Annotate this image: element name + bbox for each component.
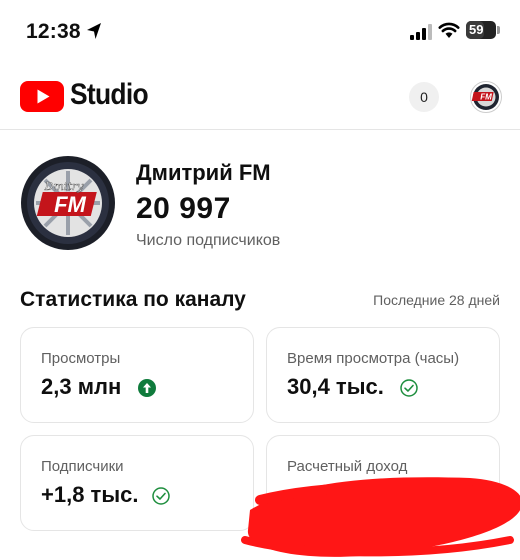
battery-cap — [497, 26, 500, 34]
app-header: Studio 0 FM — [0, 70, 520, 130]
status-bar: 12:38 59 — [0, 0, 520, 60]
studio-logo-text[interactable]: Studio — [70, 78, 149, 112]
stat-card-watch-time[interactable]: Время просмотра (часы) 30,4 тыс. — [266, 327, 500, 423]
svg-text:Dmitry: Dmitry — [44, 180, 84, 193]
wifi-icon — [438, 22, 460, 38]
section-title: Статистика по каналу — [20, 288, 246, 311]
period-label[interactable]: Последние 28 дней — [373, 292, 500, 308]
account-avatar[interactable]: FM — [470, 81, 502, 113]
battery-icon: 59 — [466, 21, 496, 39]
arrow-up-circle-icon — [138, 379, 156, 397]
svg-text:FM: FM — [480, 93, 492, 102]
stat-card-label: Время просмотра (часы) — [287, 350, 460, 367]
subscriber-count-label: Число подписчиков — [136, 232, 281, 249]
stat-card-value: +1,8 тыс. — [41, 482, 139, 507]
stat-card-subscribers[interactable]: Подписчики +1,8 тыс. — [20, 435, 254, 531]
stat-card-label: Просмотры — [41, 350, 121, 367]
stat-card-views[interactable]: Просмотры 2,3 млн — [20, 327, 254, 423]
cellular-signal-icon — [410, 24, 432, 40]
location-arrow-icon — [87, 23, 101, 39]
stat-card-label: Подписчики — [41, 458, 124, 475]
stat-card-value: 2,3 млн — [41, 374, 122, 399]
channel-avatar[interactable]: FM Dmitry — [20, 155, 116, 251]
notifications-button[interactable]: 0 — [409, 82, 439, 112]
status-time: 12:38 — [26, 20, 81, 43]
stat-card-value: 30,4 тыс. — [287, 374, 384, 399]
check-circle-icon — [152, 487, 170, 505]
svg-text:FM: FM — [54, 192, 86, 217]
channel-name: Дмитрий FM — [136, 160, 271, 185]
battery-level: 59 — [469, 22, 484, 37]
youtube-logo-icon[interactable] — [20, 81, 64, 112]
subscriber-count: 20 997 — [136, 192, 231, 225]
redaction-scribble — [241, 477, 520, 557]
check-circle-icon — [400, 379, 418, 397]
